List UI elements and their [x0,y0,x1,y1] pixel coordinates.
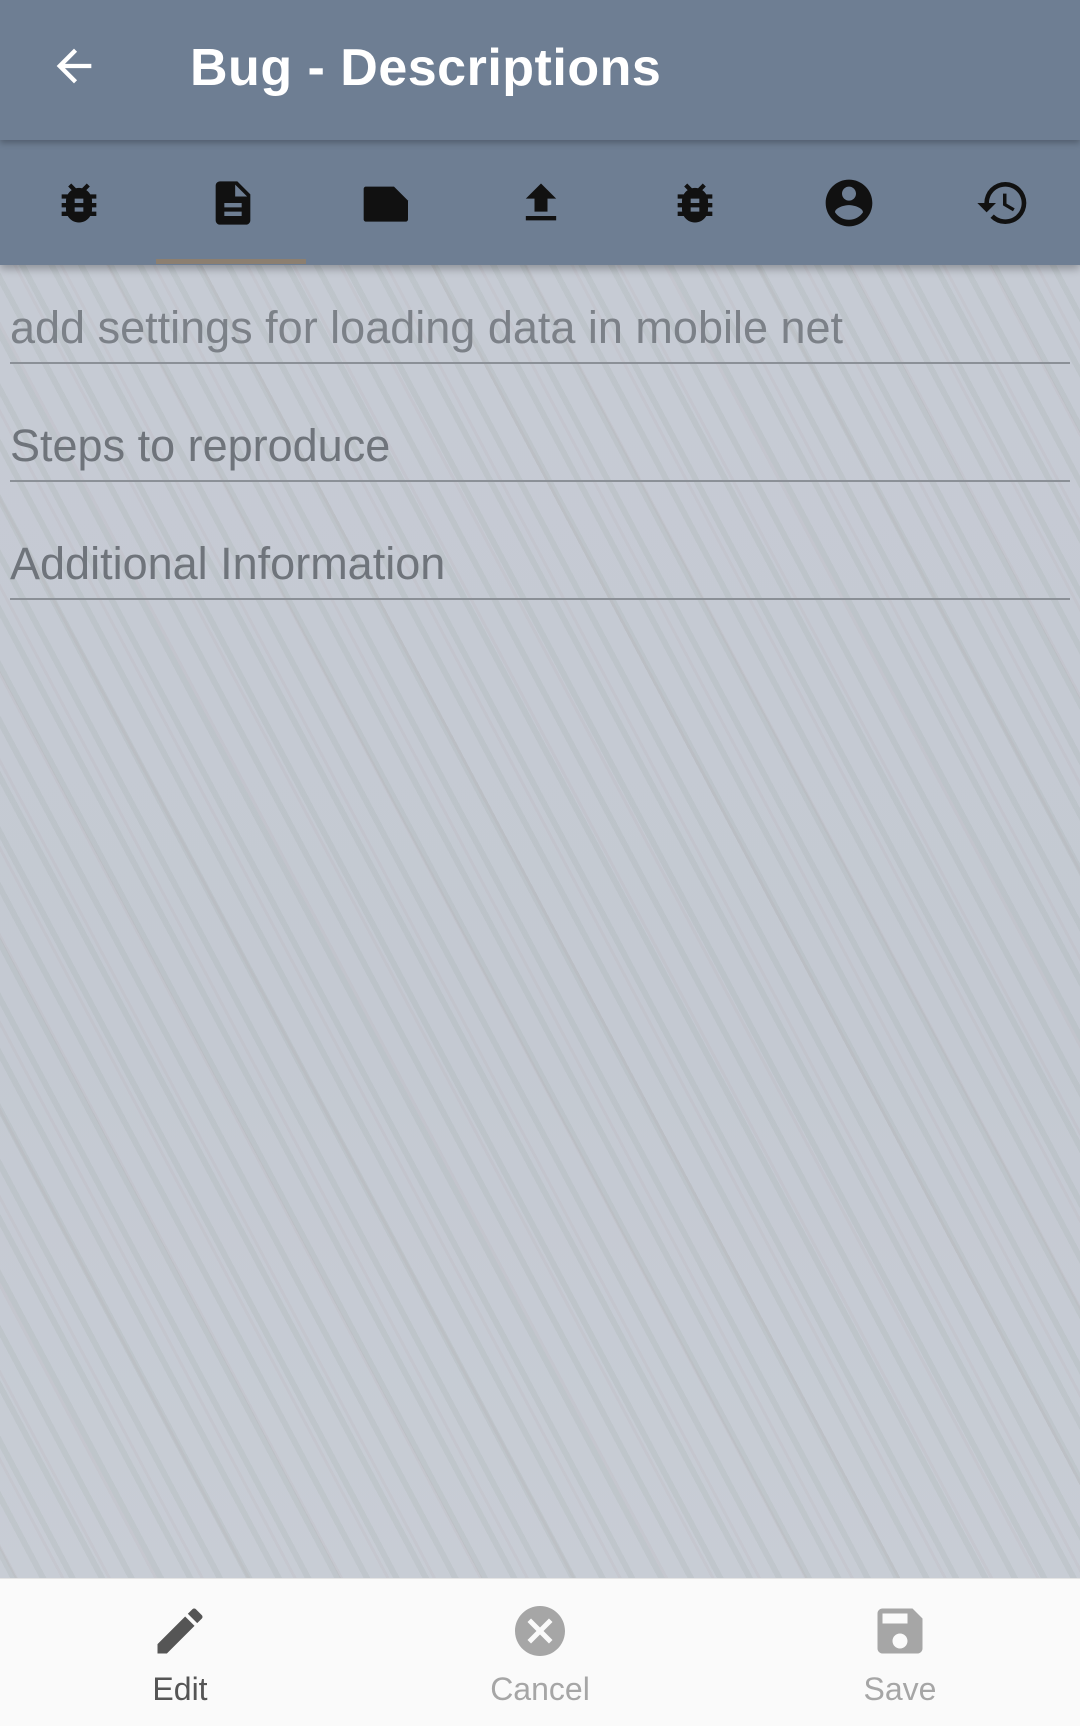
back-button[interactable] [38,30,110,102]
tab-labels[interactable] [310,140,464,265]
edit-button[interactable]: Edit [80,1579,280,1726]
pencil-icon [157,1608,203,1654]
bug-icon [677,183,713,222]
account-circle-icon [825,179,873,226]
save-label: Save [863,1671,937,1707]
cancel-button[interactable]: Cancel [440,1579,640,1726]
app-bar: Bug - Descriptions [0,0,1080,140]
edit-label: Edit [152,1671,208,1707]
steps-to-reproduce-field[interactable]: Steps to reproduce [10,400,1070,482]
bug-icon [61,183,97,222]
label-icon [363,186,408,222]
history-icon [977,181,1027,224]
additional-information-placeholder: Additional Information [10,538,446,589]
steps-to-reproduce-placeholder: Steps to reproduce [10,420,391,471]
tab-bug-details[interactable] [2,140,156,265]
arrow-left-icon [56,48,92,84]
description-value: add settings for loading data in mobile … [10,302,844,353]
tab-bar [0,140,1080,265]
tab-upload[interactable] [464,140,618,265]
tab-descriptions[interactable] [156,140,310,265]
tab-bug-related[interactable] [618,140,772,265]
cancel-circle-icon [515,1606,565,1656]
description-field[interactable]: add settings for loading data in mobile … [10,282,1070,364]
tab-history[interactable] [926,140,1080,265]
tab-account[interactable] [772,140,926,265]
page-title: Bug - Descriptions [190,39,662,97]
bottom-action-bar: Edit Cancel Save [0,1578,1080,1726]
save-button[interactable]: Save [800,1579,1000,1726]
floppy-disk-icon [877,1608,923,1654]
selected-tab-indicator [156,259,306,264]
upload-icon [525,183,557,220]
document-icon [215,180,251,225]
additional-information-field[interactable]: Additional Information [10,518,1070,600]
cancel-label: Cancel [490,1671,590,1707]
